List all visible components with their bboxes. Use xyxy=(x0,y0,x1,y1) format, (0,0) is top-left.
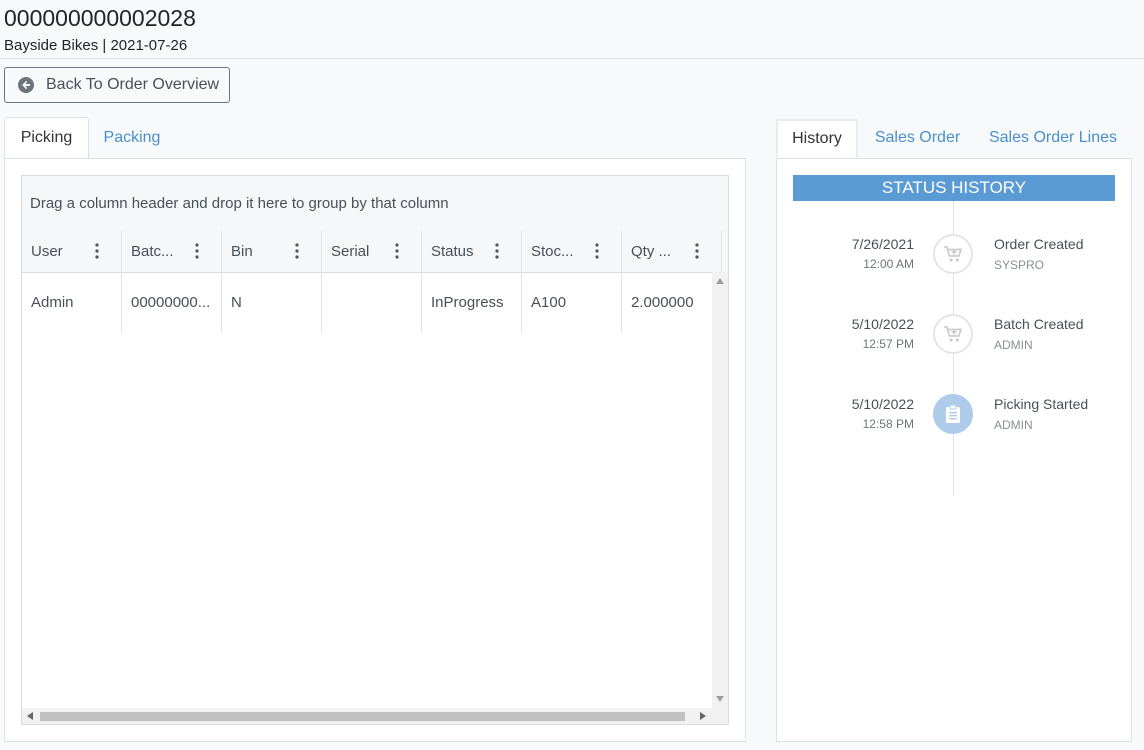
cell-value: 00000000... xyxy=(131,294,211,311)
horizontal-scrollbar[interactable] xyxy=(22,708,728,724)
horizontal-scroll-thumb[interactable] xyxy=(40,712,685,721)
column-menu-icon[interactable] xyxy=(295,243,299,259)
scroll-right-icon[interactable] xyxy=(700,712,706,720)
scroll-left-icon[interactable] xyxy=(27,712,33,720)
column-header-batch[interactable]: Batc... xyxy=(122,231,222,272)
vertical-scrollbar[interactable] xyxy=(712,272,728,708)
cell-qty: 2.000000 xyxy=(622,272,722,332)
column-header-serial[interactable]: Serial xyxy=(322,231,422,272)
tab-sales-order-lines[interactable]: Sales Order Lines xyxy=(982,117,1124,159)
group-hint: Drag a column header and drop it here to… xyxy=(30,195,449,212)
picking-grid: Drag a column header and drop it here to… xyxy=(21,175,729,725)
column-menu-icon[interactable] xyxy=(495,243,499,259)
cell-batch: 00000000... xyxy=(122,272,222,332)
tab-picking[interactable]: Picking xyxy=(4,117,89,159)
cart-icon xyxy=(944,246,963,262)
column-header-label: Batc... xyxy=(131,243,174,260)
event-marker xyxy=(933,394,973,434)
tab-packing[interactable]: Packing xyxy=(89,117,175,159)
event-date: 7/26/2021 xyxy=(851,236,914,252)
event-title: Picking Started xyxy=(994,396,1089,412)
event-title: Order Created xyxy=(994,236,1084,252)
clipboard-list-icon xyxy=(946,405,960,423)
order-subtitle: Bayside Bikes | 2021-07-26 xyxy=(4,37,188,54)
event-time: 12:00 AM xyxy=(863,257,914,271)
status-history-title: STATUS HISTORY xyxy=(793,175,1115,201)
cell-value: InProgress xyxy=(431,294,504,311)
column-menu-icon[interactable] xyxy=(95,243,99,259)
cell-bin: N xyxy=(222,272,322,332)
back-to-order-overview-button[interactable]: Back To Order Overview xyxy=(4,67,230,103)
event-user: ADMIN xyxy=(994,338,1033,352)
scroll-down-icon[interactable] xyxy=(716,696,724,702)
column-header-status[interactable]: Status xyxy=(422,231,522,272)
arrow-circle-left-icon xyxy=(18,77,34,93)
column-menu-icon[interactable] xyxy=(395,243,399,259)
column-header-label: Qty ... xyxy=(631,243,672,260)
cell-user: Admin xyxy=(22,272,122,332)
cart-icon xyxy=(944,326,963,342)
page-header: 000000000002028 Bayside Bikes | 2021-07-… xyxy=(0,0,1144,59)
event-user: SYSPRO xyxy=(994,258,1045,272)
tab-sales-order[interactable]: Sales Order xyxy=(866,117,969,159)
cell-stock: A100 xyxy=(522,272,622,332)
cell-value: A100 xyxy=(531,294,567,311)
cell-value: Admin xyxy=(31,294,74,311)
event-title: Batch Created xyxy=(994,316,1084,332)
scroll-up-icon[interactable] xyxy=(716,278,724,284)
event-date: 5/10/2022 xyxy=(851,396,914,412)
event-marker xyxy=(933,234,973,274)
cell-serial xyxy=(322,272,422,332)
column-header-label: Stoc... xyxy=(531,243,574,260)
table-row[interactable]: Admin 00000000... N InProgress A100 2.00… xyxy=(22,272,712,332)
column-menu-icon[interactable] xyxy=(195,243,199,259)
column-header-qty[interactable]: Qty ... xyxy=(622,231,722,272)
column-header-row: User Batc... Bin Serial Status Stoc... Q… xyxy=(22,231,728,273)
event-marker xyxy=(933,314,973,354)
back-button-label: Back To Order Overview xyxy=(46,76,220,93)
column-header-label: Serial xyxy=(331,243,370,260)
cell-value: N xyxy=(231,294,242,311)
group-drop-area[interactable]: Drag a column header and drop it here to… xyxy=(22,176,728,232)
event-time: 12:57 PM xyxy=(862,337,914,351)
column-header-label: Status xyxy=(431,243,474,260)
tab-history[interactable]: History xyxy=(776,119,858,157)
column-header-stock[interactable]: Stoc... xyxy=(522,231,622,272)
column-header-bin[interactable]: Bin xyxy=(222,231,322,272)
event-time: 12:58 PM xyxy=(862,417,914,431)
column-header-label: User xyxy=(31,243,63,260)
cell-value: 2.000000 xyxy=(631,294,694,311)
event-date: 5/10/2022 xyxy=(851,316,914,332)
event-user: ADMIN xyxy=(994,418,1033,432)
column-menu-icon[interactable] xyxy=(695,243,699,259)
column-menu-icon[interactable] xyxy=(595,243,599,259)
column-header-user[interactable]: User xyxy=(22,231,122,272)
column-header-label: Bin xyxy=(231,243,253,260)
order-number: 000000000002028 xyxy=(4,5,196,31)
cell-status: InProgress xyxy=(422,272,522,332)
